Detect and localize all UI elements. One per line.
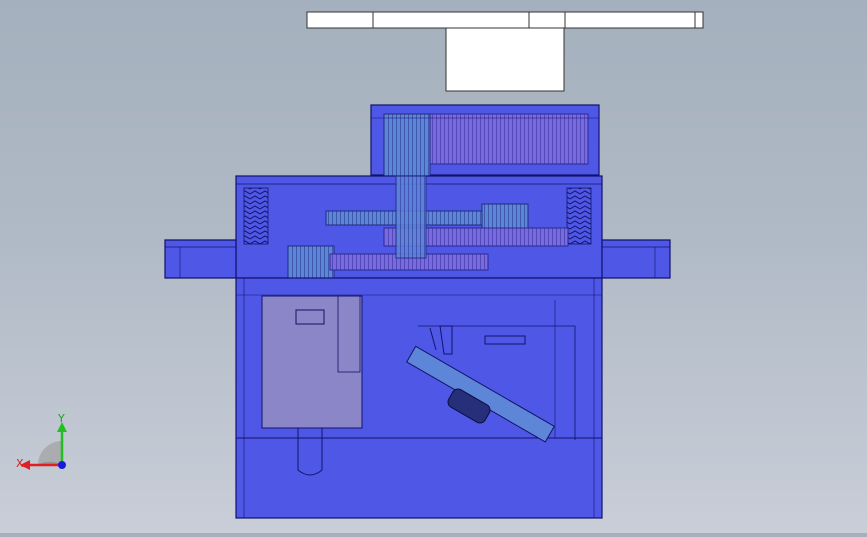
coordinate-triad: X Y bbox=[14, 410, 84, 480]
servo-model-drawing[interactable] bbox=[0, 0, 867, 533]
servo-horn[interactable] bbox=[306, 11, 704, 92]
x-axis-label: X bbox=[16, 457, 24, 470]
lower-case[interactable] bbox=[235, 277, 603, 519]
gear-cap-housing[interactable] bbox=[370, 104, 600, 181]
y-axis-label: Y bbox=[58, 412, 65, 425]
triad-axes-icon bbox=[20, 422, 67, 470]
upper-case[interactable] bbox=[164, 175, 671, 279]
cad-3d-viewport[interactable]: X Y bbox=[0, 0, 867, 533]
